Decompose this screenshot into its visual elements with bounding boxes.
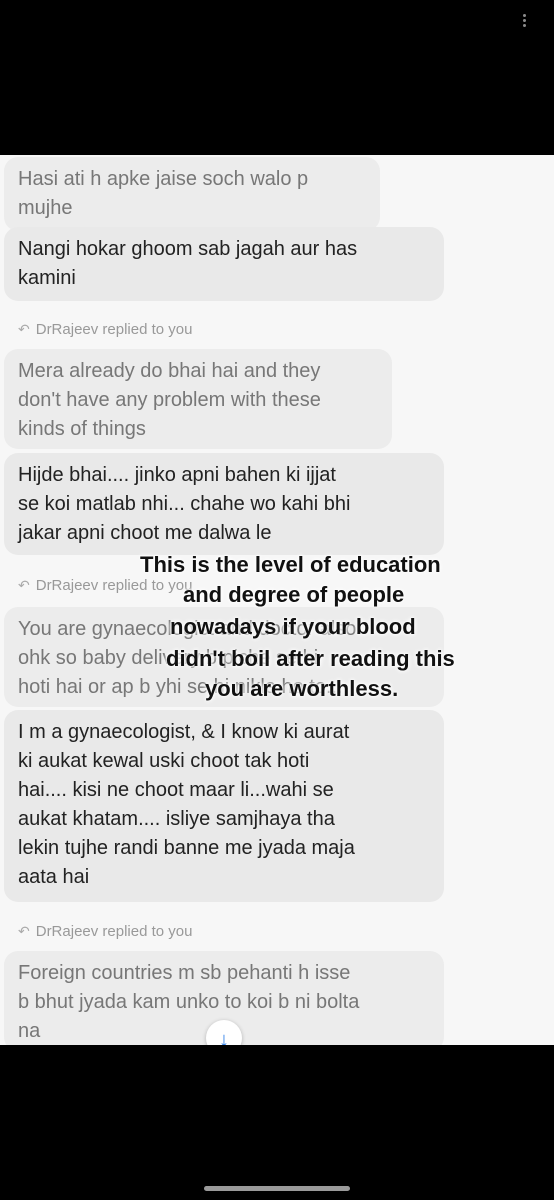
overlay-line: you are worthless. — [205, 676, 399, 701]
status-bar — [0, 0, 554, 155]
reply-tag-label: DrRajeev replied to you — [35, 577, 193, 594]
more-vertical-icon[interactable] — [518, 12, 530, 32]
reply-tag-label: DrRajeev replied to you — [35, 923, 193, 940]
reply-tag-label: DrRajeev replied to you — [35, 321, 193, 338]
reply-tag: ↶ DrRajeev replied to you — [18, 923, 192, 940]
reply-arrow-icon: ↶ — [18, 923, 30, 939]
overlay-line: and degree of people — [183, 582, 405, 607]
message-bubble: Hijde bhai.... jinko apni bahen ki ijjat… — [4, 453, 444, 555]
bottom-bar — [0, 1045, 554, 1200]
home-indicator[interactable] — [204, 1186, 350, 1191]
reply-tag: ↶ DrRajeev replied to you — [18, 321, 192, 338]
message-bubble: Nangi hokar ghoom sab jagah aur has kami… — [4, 227, 444, 301]
overlay-line: didn't boil after reading this — [166, 646, 455, 671]
reply-tag: ↶ DrRajeev replied to you — [18, 577, 192, 594]
overlay-line: nowadays if your blood — [170, 614, 416, 639]
reply-arrow-icon: ↶ — [18, 577, 30, 593]
message-bubble: Hasi ati h apke jaise soch walo p mujhe — [4, 157, 380, 231]
message-bubble: Mera already do bhai hai and they don't … — [4, 349, 392, 449]
reply-arrow-icon: ↶ — [18, 321, 30, 337]
message-bubble: I m a gynaecologist, & I know ki aurat k… — [4, 710, 444, 902]
overlay-line: This is the level of education — [140, 552, 441, 577]
